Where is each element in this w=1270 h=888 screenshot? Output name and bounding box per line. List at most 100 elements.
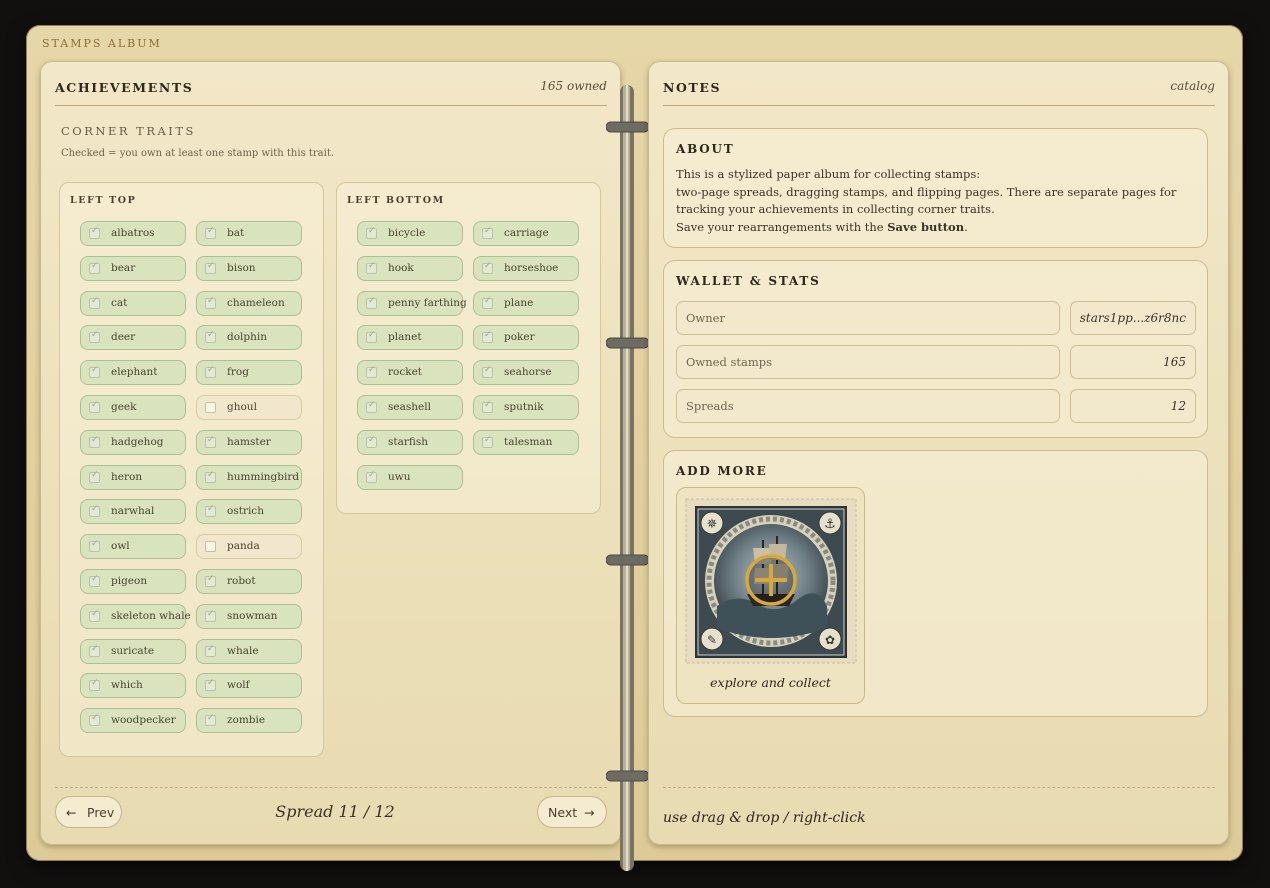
trait-checkbox[interactable]	[482, 400, 493, 413]
trait-chip[interactable]: dolphin	[196, 325, 302, 351]
trait-checkbox[interactable]	[366, 226, 377, 239]
trait-chip[interactable]: hummingbird	[196, 464, 302, 490]
trait-chip[interactable]: heron	[80, 464, 186, 490]
add-stamp-card[interactable]: ✵ ⚓ ✎ ✿ explore and collect	[676, 487, 865, 704]
catalog-link[interactable]: catalog	[1170, 79, 1215, 93]
trait-checkbox[interactable]	[89, 330, 100, 344]
trait-checkbox[interactable]	[89, 644, 100, 657]
trait-chip[interactable]: seahorse	[473, 360, 579, 386]
trait-chip[interactable]: wolf	[196, 673, 302, 699]
trait-chip[interactable]: woodpecker	[80, 708, 186, 734]
trait-chip[interactable]: uwu	[357, 464, 463, 490]
trait-checkbox[interactable]	[482, 365, 493, 379]
trait-chip[interactable]: suricate	[80, 638, 186, 664]
trait-checkbox[interactable]	[205, 226, 216, 239]
trait-checkbox[interactable]	[89, 539, 100, 553]
trait-chip[interactable]: chameleon	[196, 290, 302, 316]
trait-checkbox[interactable]	[366, 435, 377, 448]
trait-chip[interactable]: cat	[80, 290, 186, 316]
trait-chip[interactable]: bison	[196, 255, 302, 281]
trait-chip[interactable]: ostrich	[196, 499, 302, 525]
trait-checkbox[interactable]	[366, 330, 377, 344]
trait-chip[interactable]: elephant	[80, 360, 186, 386]
trait-checkbox[interactable]	[205, 402, 216, 413]
trait-chip[interactable]: rocket	[357, 360, 463, 386]
trait-checkbox[interactable]	[205, 609, 216, 622]
trait-checkbox[interactable]	[482, 296, 493, 309]
trait-chip[interactable]: hook	[357, 255, 463, 281]
trait-chip[interactable]: zombie	[196, 708, 302, 734]
owned-stamps-label: Owned stamps	[686, 355, 773, 369]
trait-checkbox[interactable]	[89, 261, 100, 274]
trait-chip[interactable]: bat	[196, 221, 302, 246]
trait-label: wolf	[227, 679, 250, 692]
trait-checkbox[interactable]	[89, 609, 100, 622]
trait-label: panda	[227, 540, 260, 553]
trait-chip[interactable]: horseshoe	[473, 255, 579, 281]
trait-chip[interactable]: owl	[80, 534, 186, 560]
trait-chip[interactable]: planet	[357, 325, 463, 351]
trait-checkbox[interactable]	[205, 541, 216, 553]
trait-chip[interactable]: geek	[80, 395, 186, 420]
trait-chip[interactable]: seashell	[357, 395, 463, 420]
trait-checkbox[interactable]	[89, 504, 100, 518]
trait-chip[interactable]: talesman	[473, 429, 579, 455]
trait-chip[interactable]: robot	[196, 569, 302, 594]
trait-chip[interactable]: sputnik	[473, 395, 579, 420]
trait-checkbox[interactable]	[205, 470, 216, 483]
trait-chip[interactable]: frog	[196, 360, 302, 386]
trait-checkbox[interactable]	[205, 713, 216, 727]
trait-chip[interactable]: hamster	[196, 429, 302, 455]
trait-chip[interactable]: carriage	[473, 221, 579, 246]
trait-checkbox[interactable]	[482, 330, 493, 344]
trait-checkbox[interactable]	[205, 365, 216, 379]
owner-value-field[interactable]: stars1pp...z6r8nc	[1070, 301, 1196, 335]
trait-chip[interactable]: penny farthing	[357, 290, 467, 316]
trait-checkbox[interactable]	[205, 296, 216, 309]
trait-checkbox[interactable]	[205, 678, 216, 692]
trait-checkbox[interactable]	[366, 470, 377, 483]
trait-checkbox[interactable]	[482, 261, 493, 274]
trait-label: whale	[227, 644, 259, 657]
trait-checkbox[interactable]	[205, 504, 216, 518]
trait-checkbox[interactable]	[366, 296, 377, 309]
trait-checkbox[interactable]	[366, 365, 377, 379]
next-button[interactable]: Next →	[537, 796, 607, 828]
trait-chip[interactable]: plane	[473, 290, 579, 316]
trait-chip[interactable]: poker	[473, 325, 579, 351]
trait-chip[interactable]: pigeon	[80, 569, 186, 594]
trait-label: owl	[111, 540, 130, 553]
trait-chip[interactable]: whale	[196, 638, 302, 664]
trait-checkbox[interactable]	[205, 435, 216, 448]
trait-checkbox[interactable]	[366, 400, 377, 413]
trait-checkbox[interactable]	[89, 435, 100, 448]
trait-chip[interactable]: ghoul	[196, 395, 302, 420]
trait-checkbox[interactable]	[205, 574, 216, 587]
trait-chip[interactable]: which	[80, 673, 186, 699]
trait-checkbox[interactable]	[89, 713, 100, 727]
trait-checkbox[interactable]	[89, 226, 100, 239]
trait-checkbox[interactable]	[89, 678, 100, 692]
trait-checkbox[interactable]	[205, 644, 216, 657]
trait-chip[interactable]: albatros	[80, 221, 186, 246]
trait-chip[interactable]: bicycle	[357, 221, 463, 246]
trait-checkbox[interactable]	[366, 261, 377, 274]
trait-checkbox[interactable]	[89, 296, 100, 309]
trait-checkbox[interactable]	[89, 574, 100, 587]
trait-chip[interactable]: bear	[80, 255, 186, 281]
trait-checkbox[interactable]	[205, 330, 216, 344]
trait-checkbox[interactable]	[205, 261, 216, 274]
prev-button[interactable]: ← Prev	[55, 796, 122, 828]
trait-chip[interactable]: panda	[196, 534, 302, 560]
trait-chip[interactable]: starfish	[357, 429, 463, 455]
trait-checkbox[interactable]	[482, 226, 493, 239]
trait-chip[interactable]: hadgehog	[80, 429, 186, 455]
trait-checkbox[interactable]	[89, 400, 100, 413]
trait-chip[interactable]: skeleton whale	[80, 603, 191, 629]
trait-checkbox[interactable]	[482, 435, 493, 448]
trait-checkbox[interactable]	[89, 365, 100, 379]
trait-chip[interactable]: deer	[80, 325, 186, 351]
trait-checkbox[interactable]	[89, 470, 100, 483]
trait-chip[interactable]: snowman	[196, 603, 302, 629]
trait-chip[interactable]: narwhal	[80, 499, 186, 525]
